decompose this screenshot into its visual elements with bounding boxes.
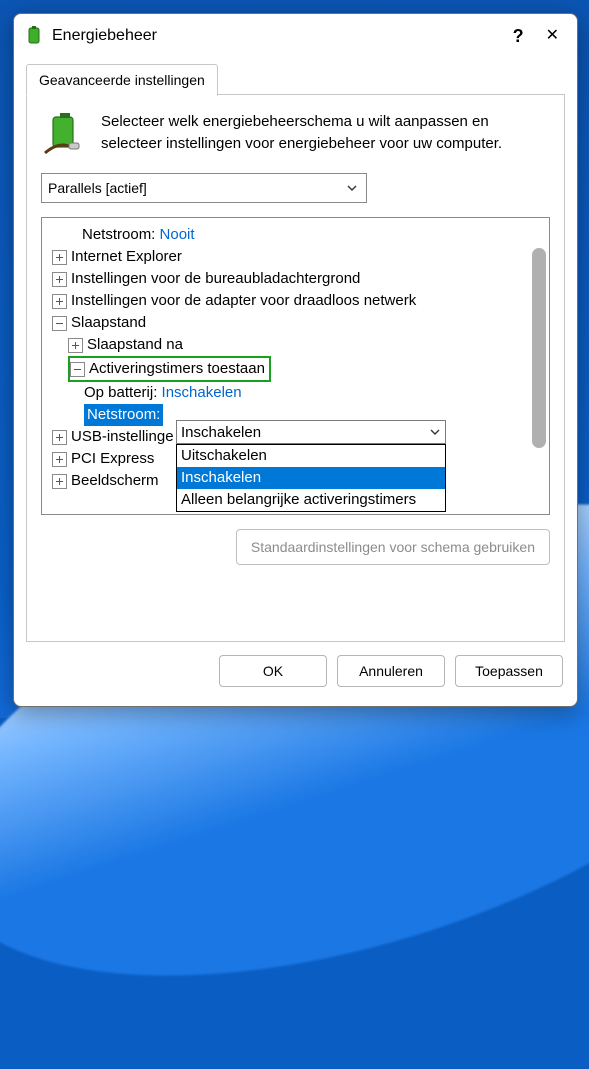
tab-content: Selecteer welk energiebeheerschema u wil… bbox=[26, 95, 565, 642]
on-ac-label: Netstroom: bbox=[84, 404, 163, 426]
ok-button[interactable]: OK bbox=[219, 655, 327, 687]
power-options-dialog: Energiebeheer ? ✕ Geavanceerde instellin… bbox=[13, 13, 578, 707]
tabstrip: Geavanceerde instellingen bbox=[26, 64, 565, 95]
dropdown-list: Uitschakelen Inschakelen Alleen belangri… bbox=[176, 444, 446, 512]
expand-icon[interactable] bbox=[52, 294, 67, 309]
tree-item-wake-timers[interactable]: Activeringstimers toestaan bbox=[44, 356, 545, 382]
collapse-icon[interactable] bbox=[52, 316, 67, 331]
tree-item-ie[interactable]: Internet Explorer bbox=[44, 246, 545, 268]
settings-tree[interactable]: Netstroom: Nooit Internet Explorer Inste… bbox=[41, 217, 550, 515]
scheme-dropdown[interactable]: Parallels [actief] bbox=[41, 173, 367, 203]
expand-icon[interactable] bbox=[52, 272, 67, 287]
on-battery-value[interactable]: Inschakelen bbox=[162, 382, 242, 404]
highlight-box: Activeringstimers toestaan bbox=[68, 356, 271, 382]
scrollbar-thumb[interactable] bbox=[532, 248, 546, 448]
close-button[interactable]: ✕ bbox=[546, 28, 559, 44]
battery-plug-icon bbox=[41, 111, 89, 159]
battery-icon bbox=[24, 25, 46, 47]
tree-leaf-on-battery[interactable]: Op batterij: Inschakelen bbox=[44, 382, 545, 404]
expand-icon[interactable] bbox=[52, 250, 67, 265]
restore-defaults-button[interactable]: Standaardinstellingen voor schema gebrui… bbox=[236, 529, 550, 565]
dropdown-option-on[interactable]: Inschakelen bbox=[177, 467, 445, 489]
tree-item-desktopbg[interactable]: Instellingen voor de bureaubladachtergro… bbox=[44, 268, 545, 290]
expand-icon[interactable] bbox=[68, 338, 83, 353]
tree-item-wifi[interactable]: Instellingen voor de adapter voor draadl… bbox=[44, 290, 545, 312]
cancel-button[interactable]: Annuleren bbox=[337, 655, 445, 687]
chevron-down-icon bbox=[429, 426, 441, 438]
expand-icon[interactable] bbox=[52, 452, 67, 467]
chevron-down-icon bbox=[346, 182, 358, 194]
on-ac-dropdown[interactable]: Inschakelen Uitschakelen Inschakelen All… bbox=[176, 420, 446, 512]
tree-leaf-netstroom[interactable]: Netstroom: Nooit bbox=[44, 224, 545, 246]
scheme-dropdown-value: Parallels [actief] bbox=[48, 180, 147, 196]
intro-text: Selecteer welk energiebeheerschema u wil… bbox=[101, 111, 550, 155]
help-button[interactable]: ? bbox=[513, 27, 524, 45]
dropdown-head[interactable]: Inschakelen bbox=[176, 420, 446, 444]
dropdown-selected: Inschakelen bbox=[181, 424, 261, 441]
dialog-footer: OK Annuleren Toepassen bbox=[14, 642, 577, 706]
expand-icon[interactable] bbox=[52, 430, 67, 445]
tab-advanced[interactable]: Geavanceerde instellingen bbox=[26, 64, 218, 96]
titlebar: Energiebeheer ? ✕ bbox=[14, 14, 577, 58]
expand-icon[interactable] bbox=[52, 474, 67, 489]
dropdown-option-important[interactable]: Alleen belangrijke activeringstimers bbox=[177, 489, 445, 511]
intro: Selecteer welk energiebeheerschema u wil… bbox=[41, 111, 550, 159]
dropdown-option-off[interactable]: Uitschakelen bbox=[177, 445, 445, 467]
collapse-icon[interactable] bbox=[70, 362, 85, 377]
window-title: Energiebeheer bbox=[52, 27, 157, 45]
apply-button[interactable]: Toepassen bbox=[455, 655, 563, 687]
tree-item-sleep[interactable]: Slaapstand bbox=[44, 312, 545, 334]
netstroom-value[interactable]: Nooit bbox=[160, 224, 195, 246]
tree-item-sleep-after[interactable]: Slaapstand na bbox=[44, 334, 545, 356]
